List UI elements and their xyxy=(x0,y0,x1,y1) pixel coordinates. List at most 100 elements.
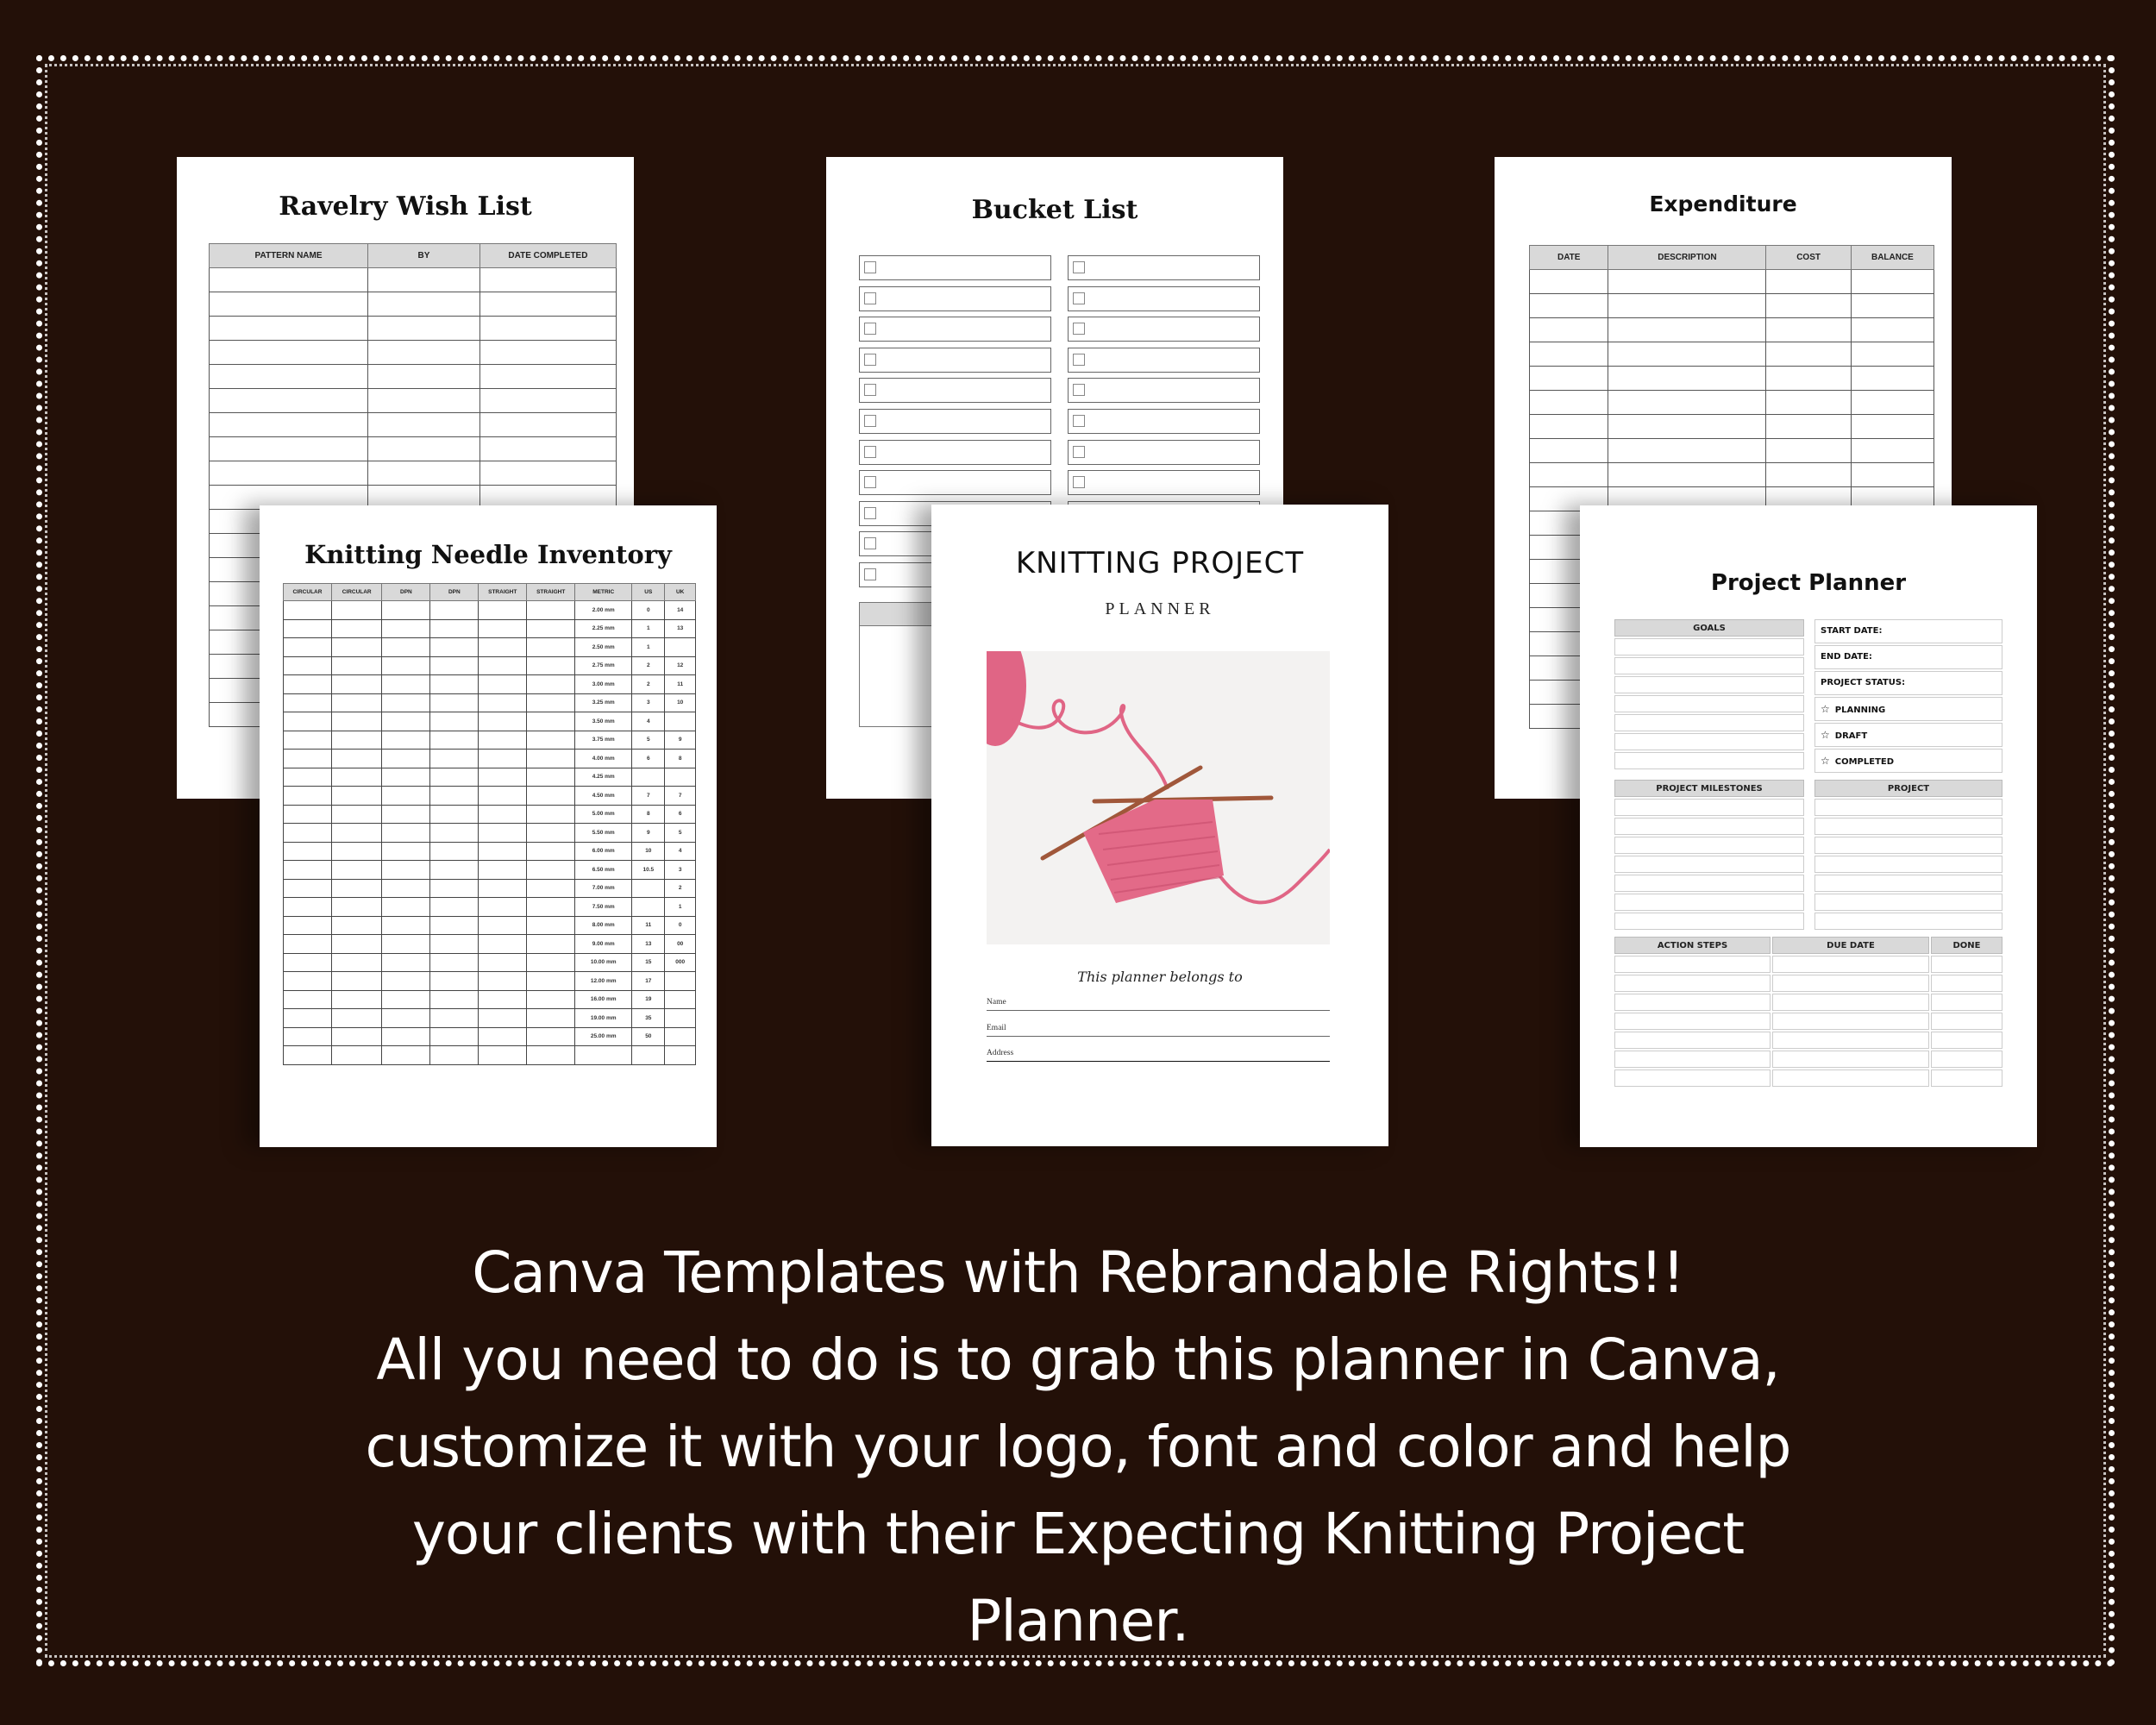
table-cell[interactable] xyxy=(526,674,576,694)
table-cell[interactable] xyxy=(478,878,528,898)
action-cell[interactable] xyxy=(1614,1051,1771,1068)
table-cell[interactable] xyxy=(208,412,369,437)
planner-row[interactable] xyxy=(1814,856,2002,873)
action-cell[interactable] xyxy=(1614,994,1771,1011)
table-cell[interactable] xyxy=(283,674,332,694)
table-cell[interactable] xyxy=(208,364,369,389)
planner-row[interactable] xyxy=(1614,733,1804,750)
bucket-item[interactable] xyxy=(1068,378,1260,404)
table-cell[interactable] xyxy=(330,823,383,843)
checkbox-icon[interactable] xyxy=(1073,292,1085,304)
planner-row[interactable] xyxy=(1814,913,2002,930)
table-cell[interactable] xyxy=(479,292,617,317)
table-cell[interactable] xyxy=(1608,317,1767,342)
table-cell[interactable] xyxy=(526,618,576,638)
table-cell[interactable] xyxy=(478,823,528,843)
table-cell[interactable] xyxy=(367,267,480,292)
action-cell[interactable] xyxy=(1614,1013,1771,1030)
table-cell[interactable] xyxy=(526,841,576,861)
table-cell[interactable] xyxy=(1528,269,1609,294)
table-cell[interactable] xyxy=(367,316,480,341)
table-cell[interactable] xyxy=(1765,342,1852,367)
bucket-item[interactable] xyxy=(1068,317,1260,342)
table-cell[interactable] xyxy=(526,823,576,843)
table-cell[interactable] xyxy=(1608,342,1767,367)
table-cell[interactable] xyxy=(429,730,479,750)
table-cell[interactable] xyxy=(429,860,479,880)
checkbox-icon[interactable] xyxy=(864,568,876,580)
table-cell[interactable] xyxy=(526,915,576,935)
checkbox-icon[interactable] xyxy=(1073,353,1085,366)
table-cell[interactable] xyxy=(1765,438,1852,463)
table-cell[interactable] xyxy=(283,989,332,1009)
table-cell[interactable] xyxy=(526,989,576,1009)
table-cell[interactable] xyxy=(367,412,480,437)
table-cell[interactable] xyxy=(478,600,528,620)
table-cell[interactable] xyxy=(1850,438,1935,463)
planner-row[interactable] xyxy=(1814,894,2002,911)
table-cell[interactable] xyxy=(330,1045,383,1065)
table-cell[interactable] xyxy=(381,878,431,898)
table-cell[interactable] xyxy=(381,989,431,1009)
table-cell[interactable] xyxy=(381,600,431,620)
table-cell[interactable] xyxy=(429,656,479,675)
planner-row[interactable] xyxy=(1614,676,1804,693)
table-cell[interactable] xyxy=(283,618,332,638)
table-cell[interactable] xyxy=(283,749,332,768)
table-cell[interactable] xyxy=(1608,462,1767,487)
table-cell[interactable] xyxy=(381,897,431,917)
table-cell[interactable] xyxy=(330,971,383,991)
table-cell[interactable] xyxy=(330,878,383,898)
table-cell[interactable] xyxy=(526,749,576,768)
checkbox-icon[interactable] xyxy=(864,414,876,427)
table-cell[interactable] xyxy=(1765,390,1852,415)
table-cell[interactable] xyxy=(381,693,431,712)
table-cell[interactable] xyxy=(381,971,431,991)
table-cell[interactable] xyxy=(478,1008,528,1028)
planner-row[interactable] xyxy=(1614,638,1804,656)
table-cell[interactable] xyxy=(429,786,479,806)
table-cell[interactable] xyxy=(283,952,332,972)
table-cell[interactable] xyxy=(478,989,528,1009)
table-cell[interactable] xyxy=(283,656,332,675)
checkbox-icon[interactable] xyxy=(1073,261,1085,273)
status-planning[interactable]: ☆ PLANNING xyxy=(1814,697,2002,721)
table-cell[interactable] xyxy=(429,712,479,731)
table-cell[interactable] xyxy=(429,915,479,935)
table-cell[interactable] xyxy=(283,841,332,861)
checkbox-icon[interactable] xyxy=(864,384,876,397)
table-cell[interactable] xyxy=(1528,390,1609,415)
bucket-item[interactable] xyxy=(859,317,1051,342)
table-cell[interactable] xyxy=(1850,462,1935,487)
status-completed[interactable]: ☆ COMPLETED xyxy=(1814,749,2002,773)
action-cell[interactable] xyxy=(1614,1032,1771,1049)
table-cell[interactable] xyxy=(330,786,383,806)
table-cell[interactable] xyxy=(283,600,332,620)
action-cell[interactable] xyxy=(1772,1013,1929,1030)
table-cell[interactable] xyxy=(479,461,617,486)
planner-row[interactable] xyxy=(1814,837,2002,854)
table-cell[interactable] xyxy=(478,656,528,675)
table-cell[interactable] xyxy=(381,767,431,787)
action-cell[interactable] xyxy=(1772,1051,1929,1068)
table-cell[interactable] xyxy=(1608,269,1767,294)
table-cell[interactable] xyxy=(330,656,383,675)
action-cell[interactable] xyxy=(1931,1032,2002,1049)
table-cell[interactable] xyxy=(208,316,369,341)
table-cell[interactable] xyxy=(1765,366,1852,391)
table-cell[interactable] xyxy=(330,1026,383,1046)
action-cell[interactable] xyxy=(1772,1032,1929,1049)
table-cell[interactable] xyxy=(478,1045,528,1065)
table-cell[interactable] xyxy=(381,637,431,657)
table-cell[interactable] xyxy=(283,971,332,991)
table-cell[interactable] xyxy=(1765,317,1852,342)
table-cell[interactable] xyxy=(526,804,576,824)
table-cell[interactable] xyxy=(429,674,479,694)
table-cell[interactable] xyxy=(1765,293,1852,318)
table-cell[interactable] xyxy=(1850,317,1935,342)
planner-row[interactable] xyxy=(1614,752,1804,769)
table-cell[interactable] xyxy=(330,712,383,731)
table-cell[interactable] xyxy=(526,934,576,954)
planner-row[interactable] xyxy=(1614,913,1804,930)
planner-row[interactable] xyxy=(1614,657,1804,674)
